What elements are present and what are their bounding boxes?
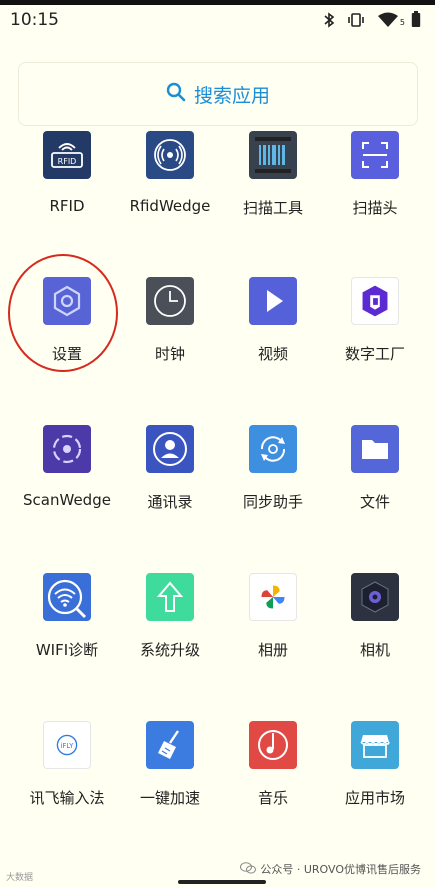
ifly-icon-text: iFLY <box>61 742 75 750</box>
sync-icon <box>249 425 297 473</box>
rfid-icon-text: RFID <box>58 157 77 166</box>
app-label: RfidWedge <box>129 197 211 215</box>
status-icons: 5 <box>323 11 421 28</box>
app-label: 应用市场 <box>344 789 405 807</box>
rfid-wave-icon <box>146 131 194 179</box>
watermark: 公众号 · UROVO优博讯售后服务 <box>240 861 421 877</box>
bluetooth-icon <box>323 11 335 28</box>
camera-lens-icon <box>351 573 399 621</box>
watermark-text: 公众号 · UROVO优博讯售后服务 <box>260 863 421 876</box>
search-bar[interactable]: 搜索应用 <box>18 62 418 126</box>
app-label: 系统升级 <box>139 641 200 659</box>
search-label: 搜索应用 <box>193 84 270 107</box>
status-bar: 10:15 5 <box>0 5 435 35</box>
ifly-icon: iFLY <box>43 721 91 769</box>
app-label: 音乐 <box>257 789 288 807</box>
wechat-icon <box>240 861 257 877</box>
clock-icon <box>146 277 194 325</box>
scan-frame-icon <box>351 131 399 179</box>
app-label: RFID <box>49 197 85 215</box>
app-label: 扫描工具 <box>242 199 303 217</box>
app-label: 同步助手 <box>242 493 303 511</box>
signal-badge: 5 <box>399 17 405 27</box>
app-label: WIFI诊断 <box>35 641 99 659</box>
pinwheel-icon <box>249 573 297 621</box>
barcode-icon <box>249 131 297 179</box>
app-label: 扫描头 <box>352 199 398 217</box>
play-icon <box>249 277 297 325</box>
app-label: 文件 <box>359 493 390 511</box>
app-label: 时钟 <box>154 345 185 363</box>
person-icon <box>146 425 194 473</box>
gesture-bar[interactable] <box>178 880 266 884</box>
arrow-up-icon <box>146 573 194 621</box>
rfid-icon: RFID <box>43 131 91 179</box>
broom-icon <box>146 721 194 769</box>
hexagon-logo-icon <box>351 277 399 325</box>
wifi-signal-icon: 5 <box>377 12 405 28</box>
vibrate-icon <box>347 12 365 28</box>
search-icon <box>166 82 186 106</box>
app-label: ScanWedge <box>23 491 111 509</box>
scan-target-icon <box>43 425 91 473</box>
highlight-circle <box>8 254 118 372</box>
app-label: 相机 <box>359 641 390 659</box>
status-time: 10:15 <box>10 10 59 30</box>
app-label: 视频 <box>257 345 288 363</box>
battery-icon <box>411 11 421 28</box>
app-label: 相册 <box>257 641 288 659</box>
app-label: 通讯录 <box>147 493 193 511</box>
folder-icon <box>351 425 399 473</box>
wifi-search-icon <box>43 573 91 621</box>
app-label: 一键加速 <box>139 789 200 807</box>
app-label: 讯飞输入法 <box>29 789 105 807</box>
app-label: 数字工厂 <box>344 345 405 363</box>
music-note-icon <box>249 721 297 769</box>
store-icon <box>351 721 399 769</box>
watermark-left: 大数据 <box>6 873 34 883</box>
